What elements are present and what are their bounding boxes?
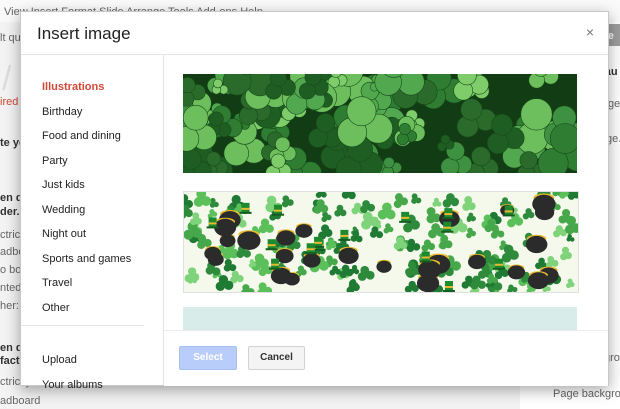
- category-night-out[interactable]: Night out: [42, 228, 86, 240]
- category-party[interactable]: Party: [42, 155, 68, 167]
- category-birthday[interactable]: Birthday: [42, 106, 82, 118]
- background-text: her:: [0, 300, 19, 312]
- category-travel[interactable]: Travel: [42, 277, 72, 289]
- background-text: lt qu: [0, 32, 21, 44]
- mint-thumbnail[interactable]: [183, 307, 577, 330]
- cancel-button[interactable]: Cancel: [248, 346, 305, 370]
- category-other[interactable]: Other: [42, 302, 70, 314]
- select-button[interactable]: Select: [179, 346, 237, 370]
- background-text: ge: [608, 98, 620, 110]
- source-your-albums[interactable]: Your albums: [42, 379, 103, 391]
- category-just-kids[interactable]: Just kids: [42, 179, 85, 191]
- dialog-footer: Select Cancel: [164, 330, 608, 386]
- source-upload[interactable]: Upload: [42, 354, 77, 366]
- background-title-fragment: /: [2, 60, 12, 98]
- background-text: Page backgro: [553, 388, 620, 400]
- background-text: der.: [0, 206, 20, 218]
- pots-of-gold-pattern-image: [184, 192, 578, 292]
- category-wedding[interactable]: Wedding: [42, 204, 85, 216]
- clover-photo-thumbnail[interactable]: [183, 74, 577, 173]
- background-text: nted: [0, 282, 22, 294]
- category-sports-and-games[interactable]: Sports and games: [42, 253, 131, 265]
- dialog-header: Insert image ×: [21, 12, 608, 55]
- dialog-title: Insert image: [37, 24, 131, 43]
- insert-image-dialog: Insert image × Illustrations Birthday Fo…: [20, 11, 609, 391]
- category-illustrations[interactable]: Illustrations: [42, 81, 104, 93]
- category-sidebar: Illustrations Birthday Food and dining P…: [21, 55, 164, 391]
- sidebar-divider: [21, 325, 144, 326]
- background-text: ired: [0, 96, 19, 108]
- image-gallery: [164, 55, 608, 330]
- clover-photo-image: [183, 74, 577, 173]
- pots-of-gold-pattern-thumbnail[interactable]: [183, 191, 579, 293]
- background-text: o bo: [0, 264, 22, 276]
- category-food-and-dining[interactable]: Food and dining: [42, 130, 121, 142]
- background-text: adboard: [0, 395, 41, 407]
- close-icon[interactable]: ×: [582, 24, 598, 40]
